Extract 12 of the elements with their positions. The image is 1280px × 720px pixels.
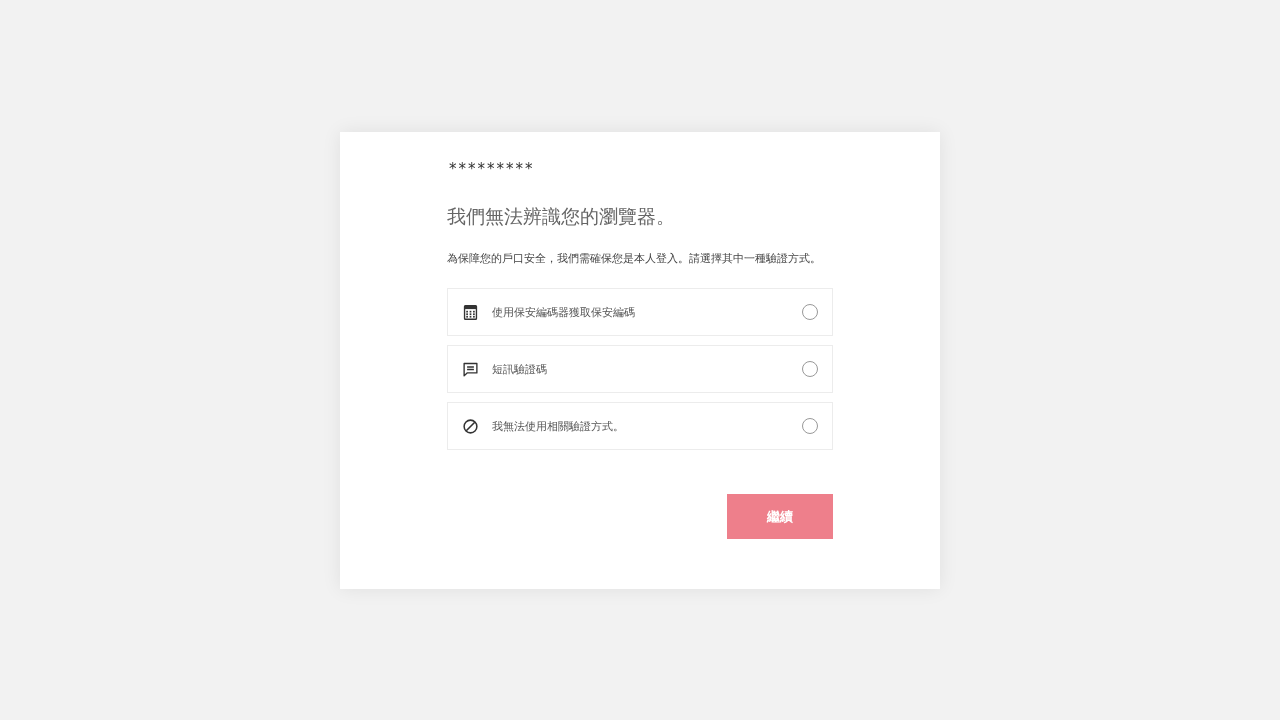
heading: 我們無法辨識您的瀏覽器。: [447, 204, 676, 229]
blocked-icon: [462, 417, 479, 435]
option-label: 使用保安編碼器獲取保安編碼: [492, 304, 636, 320]
option-label: 我無法使用相關驗證方式。: [492, 418, 625, 434]
calculator-icon: [462, 303, 479, 321]
masked-account: *********: [448, 160, 536, 178]
option-row[interactable]: 短訊驗證碼: [447, 345, 833, 393]
message-icon: [462, 360, 479, 378]
description: 為保障您的戶口安全，我們需確保您是本人登入。請選擇其中一種驗證方式。: [447, 251, 822, 267]
option-row[interactable]: 我無法使用相關驗證方式。: [447, 402, 833, 450]
option-row[interactable]: 使用保安編碼器獲取保安編碼: [447, 288, 833, 336]
option-label: 短訊驗證碼: [492, 361, 548, 377]
